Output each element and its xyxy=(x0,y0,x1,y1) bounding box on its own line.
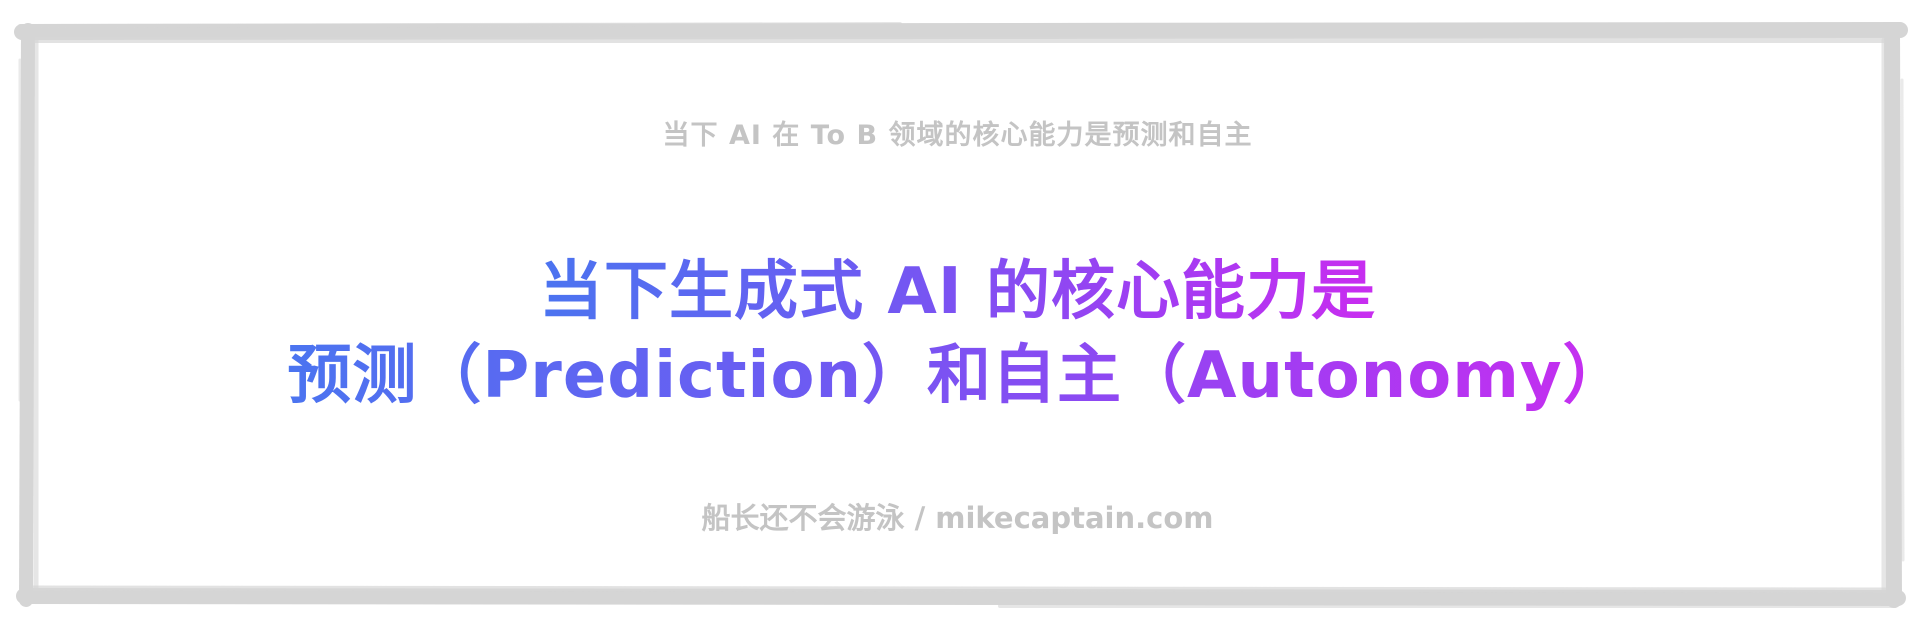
headline-line-2: 预测（Prediction）和自主（Autonomy） xyxy=(287,334,1627,418)
subtitle: 当下 AI 在 To B 领域的核心能力是预测和自主 xyxy=(662,120,1253,151)
headline: 当下生成式 AI 的核心能力是 预测（Prediction）和自主（Autono… xyxy=(287,250,1627,418)
footer-credit: 船长还不会游泳 / mikecaptain.com xyxy=(701,501,1214,535)
content-card: 当下 AI 在 To B 领域的核心能力是预测和自主 当下生成式 AI 的核心能… xyxy=(40,55,1875,590)
headline-line-1: 当下生成式 AI 的核心能力是 xyxy=(539,250,1376,334)
